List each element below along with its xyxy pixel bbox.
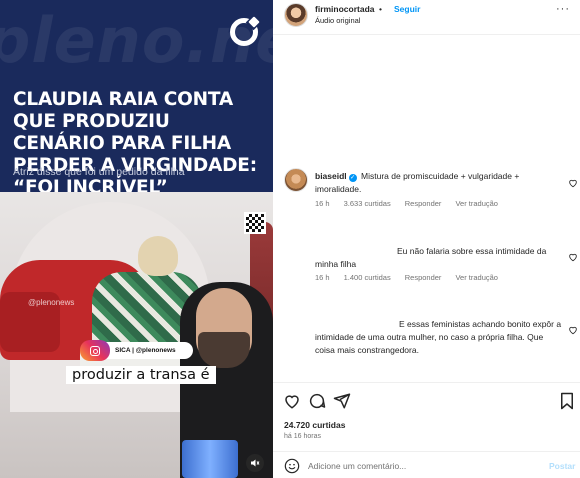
like-icon[interactable] xyxy=(283,392,301,410)
comment-body: Eu não falaria sobre essa intimidade da … xyxy=(315,245,555,271)
comment-text: E essas feministas achando bonito expôr … xyxy=(315,319,562,355)
qr-code xyxy=(244,212,266,234)
comment-likes[interactable]: 1.400 curtidas xyxy=(344,273,391,282)
comment-time: 16 h xyxy=(315,273,330,282)
translate-button[interactable]: Ver tradução xyxy=(455,199,498,208)
news-subheadline: Atriz disse que foi um pedido da filha xyxy=(13,166,185,178)
news-headline: CLAUDIA RAIA CONTA QUE PRODUZIU CENÁRIO … xyxy=(13,89,257,198)
video-subtitle: produzir a transa é xyxy=(66,366,216,384)
divider xyxy=(273,382,580,383)
comment-input[interactable] xyxy=(308,458,538,474)
comment-username[interactable]: biaseidl xyxy=(315,171,347,181)
post-time: há 16 horas xyxy=(284,433,321,440)
video-watermark: @plenonews xyxy=(28,298,75,307)
comment-body: biaseidl ✓ Mistura de promiscuidade + vul… xyxy=(315,170,560,196)
comment-like-icon[interactable] xyxy=(568,249,578,262)
avatar[interactable] xyxy=(284,168,308,192)
separator: • xyxy=(379,4,382,14)
follow-button[interactable]: Seguir xyxy=(394,4,420,14)
comment-like-icon[interactable] xyxy=(568,175,578,188)
instagram-icon xyxy=(80,340,110,361)
avatar[interactable] xyxy=(284,3,308,27)
verified-icon: ✓ xyxy=(348,174,357,182)
pleno-logo-icon xyxy=(230,16,260,46)
volume-icon[interactable] xyxy=(246,454,264,472)
post-panel: firminocortada • Seguir Áudio original ·… xyxy=(273,0,580,478)
comment-icon[interactable] xyxy=(308,392,326,410)
audio-label[interactable]: Áudio original xyxy=(315,16,360,25)
post-username[interactable]: firminocortada xyxy=(315,4,375,14)
post-header: firminocortada • Seguir Áudio original ·… xyxy=(273,0,580,34)
comment-like-icon[interactable] xyxy=(568,322,578,335)
translate-button[interactable]: Ver tradução xyxy=(455,273,498,282)
post-media[interactable]: pleno.news pleno.news pleno.news CLAUDIA… xyxy=(0,0,273,478)
comment-time: 16 h xyxy=(315,199,330,208)
comment-text: Eu não falaria sobre essa intimidade da … xyxy=(315,246,547,269)
divider xyxy=(273,451,580,452)
reply-button[interactable]: Responder xyxy=(405,273,442,282)
comment-likes[interactable]: 3.633 curtidas xyxy=(344,199,391,208)
video-frame[interactable]: @plenonews xyxy=(0,192,273,478)
comment-meta: 16 h 3.633 curtidas Responder Ver traduç… xyxy=(315,199,498,208)
mug xyxy=(182,440,238,478)
comment-meta: 16 h 1.400 curtidas Responder Ver traduç… xyxy=(315,273,498,282)
more-options-icon[interactable]: ··· xyxy=(556,3,570,15)
reply-button[interactable]: Responder xyxy=(405,199,442,208)
comment-body: E essas feministas achando bonito expôr … xyxy=(315,318,563,357)
divider xyxy=(273,34,580,35)
save-icon[interactable] xyxy=(558,392,576,410)
emoji-icon[interactable] xyxy=(284,458,300,474)
share-icon[interactable] xyxy=(333,392,351,410)
post-comment-button[interactable]: Postar xyxy=(549,461,575,471)
post-likes[interactable]: 24.720 curtidas xyxy=(284,420,345,430)
